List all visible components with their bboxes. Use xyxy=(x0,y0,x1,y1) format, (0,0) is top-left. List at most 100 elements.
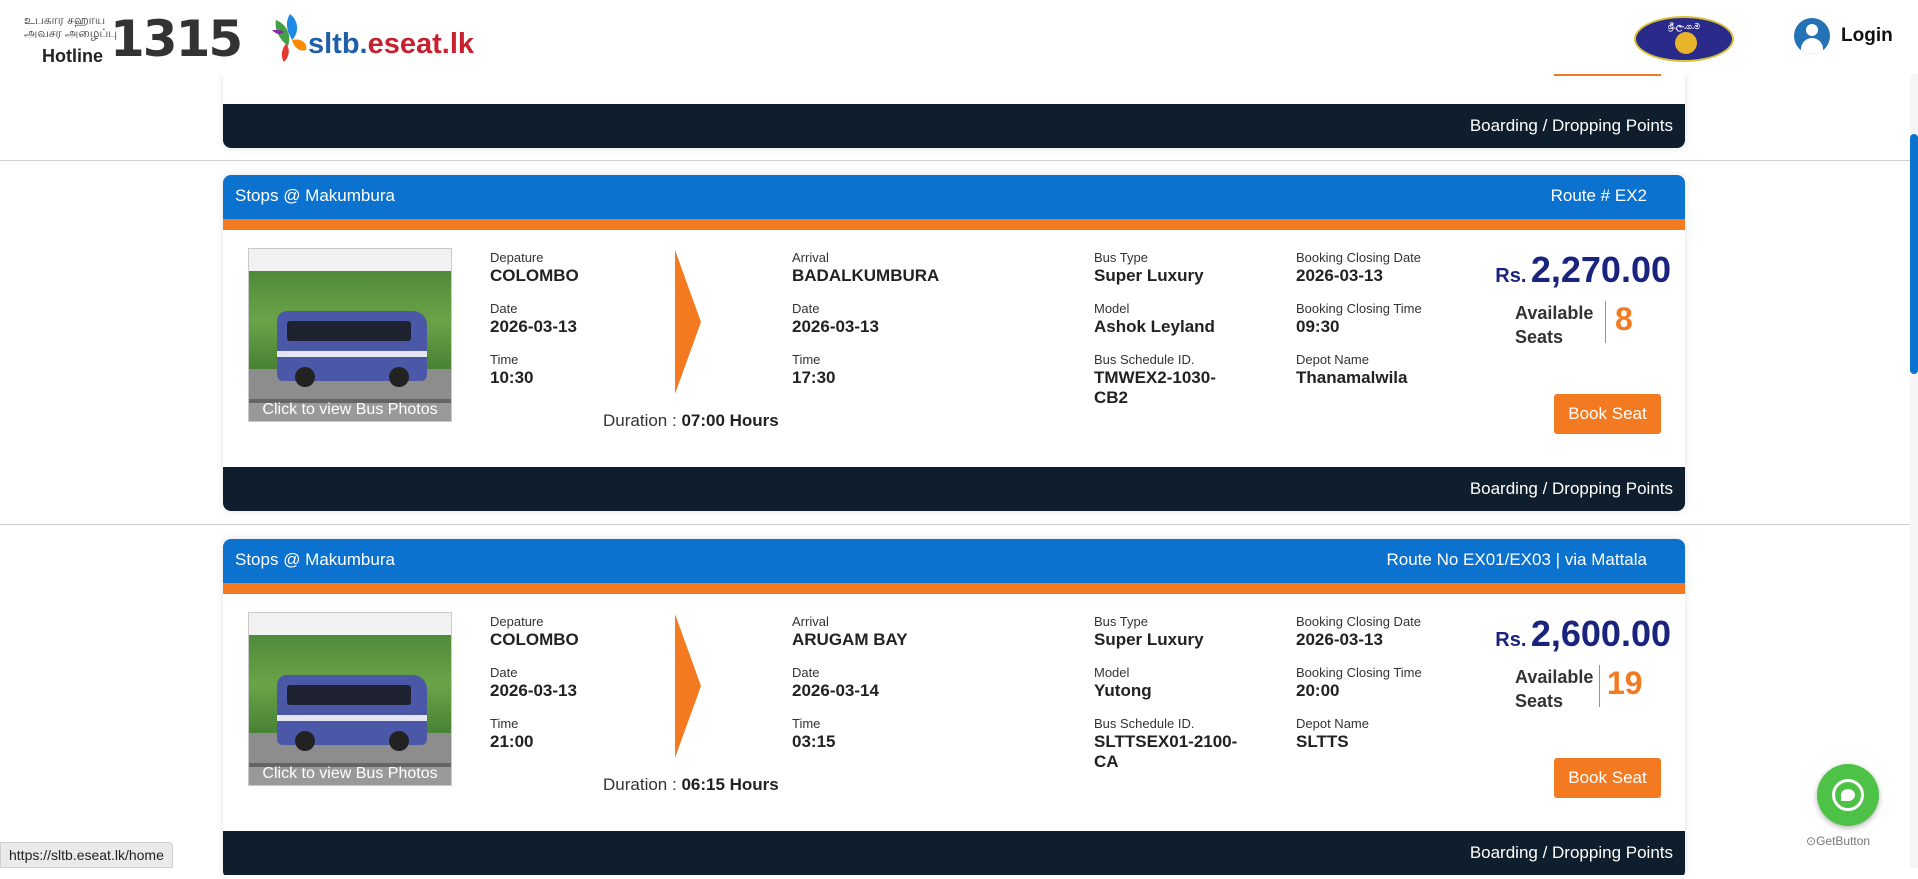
arrival-time-value: 03:15 xyxy=(792,732,836,751)
departure-date-field: Date 2026-03-13 xyxy=(490,665,577,701)
closing-time-value: 20:00 xyxy=(1296,681,1340,700)
bus-photo[interactable]: Click to view Bus Photos xyxy=(248,612,452,786)
arrival-date-label: Date xyxy=(792,301,820,316)
bus-card: Stops @ Makumbura Route No EX01/EX03 | v… xyxy=(223,539,1685,879)
hotline-small-text: உபகார சஹாய அவசர அழைப்பு xyxy=(24,14,117,40)
book-seat-button[interactable]: Book Seat xyxy=(1554,758,1661,798)
phone-glyph-icon xyxy=(1841,789,1855,801)
stops-text: Stops @ Makumbura xyxy=(235,550,395,569)
schedule-id-field: Bus Schedule ID. TMWEX2-1030- CB2 xyxy=(1094,352,1216,408)
closing-date-label: Booking Closing Date xyxy=(1296,614,1422,629)
partial-book-button[interactable] xyxy=(1554,74,1661,76)
arrival-field: Arrival BADALKUMBURA xyxy=(792,250,939,286)
arrival-time-label: Time xyxy=(792,352,821,367)
closing-time-field: Booking Closing Time 09:30 xyxy=(1296,301,1422,337)
schedule-id-label: Bus Schedule ID. xyxy=(1094,716,1195,731)
getbutton-link[interactable]: ⊙GetButton xyxy=(1806,834,1870,848)
route-text: Route # EX2 xyxy=(1550,186,1647,205)
arrival-time-label: Time xyxy=(792,716,821,731)
depot-field: Depot Name SLTTS xyxy=(1296,716,1369,752)
login-label: Login xyxy=(1841,25,1893,46)
departure-time-label: Time xyxy=(490,352,519,367)
model-value: Ashok Leyland xyxy=(1094,317,1215,336)
departure-time-value: 10:30 xyxy=(490,368,534,387)
route-text: Route No EX01/EX03 | via Mattala xyxy=(1386,550,1647,569)
closing-time-field: Booking Closing Time 20:00 xyxy=(1296,665,1422,701)
depot-value: Thanamalwila xyxy=(1296,368,1408,387)
departure-label: Depature xyxy=(490,614,544,629)
card-separator xyxy=(0,160,1910,161)
depot-label: Depot Name xyxy=(1296,716,1369,731)
arrival-field: Arrival ARUGAM BAY xyxy=(792,614,908,650)
closing-date-field: Booking Closing Date 2026-03-13 xyxy=(1296,250,1421,286)
departure-date-value: 2026-03-13 xyxy=(490,681,577,700)
direction-arrow-icon xyxy=(675,250,701,394)
user-avatar-icon xyxy=(1794,18,1830,54)
book-seat-button[interactable]: Book Seat xyxy=(1554,394,1661,434)
brand-name: sltb.eseat.lk xyxy=(308,28,474,61)
available-seats-label: Available Seats xyxy=(1515,301,1593,349)
boarding-dropping-link[interactable]: Boarding / Dropping Points xyxy=(1470,843,1673,863)
departure-time-field: Time 21:00 xyxy=(490,716,533,752)
model-value: Yutong xyxy=(1094,681,1152,700)
price: Rs. 2,270.00 xyxy=(1495,249,1671,291)
departure-field: Depature COLOMBO xyxy=(490,614,579,650)
available-seats-label-line-1: Available xyxy=(1515,303,1594,323)
departure-date-value: 2026-03-13 xyxy=(490,317,577,336)
bus-type-field: Bus Type Super Luxury xyxy=(1094,250,1204,286)
bus-type-field: Bus Type Super Luxury xyxy=(1094,614,1204,650)
scrollbar-track[interactable] xyxy=(1910,0,1918,868)
duration-text: Duration : 06:15 Hours xyxy=(603,775,779,795)
available-seats-label-line-2: Seats xyxy=(1515,327,1564,347)
arrival-label: Arrival xyxy=(792,614,829,629)
depot-value: SLTTS xyxy=(1296,732,1349,751)
model-field: Model Ashok Leyland xyxy=(1094,301,1215,337)
boarding-dropping-link[interactable]: Boarding / Dropping Points xyxy=(1470,479,1673,499)
partial-bus-card: Boarding / Dropping Points xyxy=(223,74,1685,148)
whatsapp-chat-button[interactable] xyxy=(1817,764,1879,826)
brand-name-part-1: sltb. xyxy=(308,28,368,60)
brand-name-part-2: eseat.lk xyxy=(367,28,475,60)
available-seats-count: 8 xyxy=(1615,301,1633,337)
card-header: Stops @ Makumbura Route # EX2 xyxy=(223,175,1685,219)
depot-label: Depot Name xyxy=(1296,352,1369,367)
schedule-id-line-1: SLTTSEX01-2100- xyxy=(1094,732,1238,751)
login-button[interactable]: Login xyxy=(1794,18,1893,54)
schedule-id-field: Bus Schedule ID. SLTTSEX01-2100- CA xyxy=(1094,716,1237,772)
direction-arrow-icon xyxy=(675,614,701,758)
duration-text: Duration : 07:00 Hours xyxy=(603,411,779,431)
closing-time-label: Booking Closing Time xyxy=(1296,301,1422,316)
bus-photo[interactable]: Click to view Bus Photos xyxy=(248,248,452,422)
bus-card: Stops @ Makumbura Route # EX2 Click to v… xyxy=(223,175,1685,511)
seats-divider xyxy=(1599,665,1600,707)
hotline-badge[interactable]: உபகார சஹாய அவசர அழைப்பு Hotline 1315 xyxy=(18,10,243,68)
model-label: Model xyxy=(1094,665,1130,680)
arrival-date-value: 2026-03-13 xyxy=(792,317,879,336)
bus-type-value: Super Luxury xyxy=(1094,266,1204,285)
scrollbar-thumb[interactable] xyxy=(1910,134,1918,374)
site-header: உபகார சஹாய அவசர அழைப்பு Hotline 1315 slt… xyxy=(0,0,1918,74)
boarding-dropping-link[interactable]: Boarding / Dropping Points xyxy=(1470,116,1673,136)
card-accent-strip xyxy=(223,583,1685,594)
getbutton-label: GetButton xyxy=(1816,834,1871,848)
schedule-id-line-2: CB2 xyxy=(1094,388,1129,407)
duration-value: 06:15 Hours xyxy=(681,775,779,794)
bus-type-value: Super Luxury xyxy=(1094,630,1204,649)
arrival-value: BADALKUMBURA xyxy=(792,266,940,285)
card-footer: Boarding / Dropping Points xyxy=(223,831,1685,875)
departure-field: Depature COLOMBO xyxy=(490,250,579,286)
hotline-small-line-2: அவசர அழைப்பு xyxy=(24,26,118,40)
available-seats-label-line-2: Seats xyxy=(1515,691,1564,711)
status-bar-url: https://sltb.eseat.lk/home xyxy=(0,842,173,868)
price-currency: Rs. xyxy=(1495,265,1527,287)
price-currency: Rs. xyxy=(1495,629,1527,651)
available-seats-label-line-1: Available xyxy=(1515,667,1594,687)
arrival-time-field: Time 17:30 xyxy=(792,352,835,388)
departure-value: COLOMBO xyxy=(490,266,579,285)
duration-value: 07:00 Hours xyxy=(681,411,779,430)
departure-date-label: Date xyxy=(490,301,518,316)
card-separator xyxy=(0,524,1910,525)
available-seats-count: 19 xyxy=(1607,665,1643,701)
closing-date-value: 2026-03-13 xyxy=(1296,266,1383,285)
bus-image-icon xyxy=(277,675,427,751)
